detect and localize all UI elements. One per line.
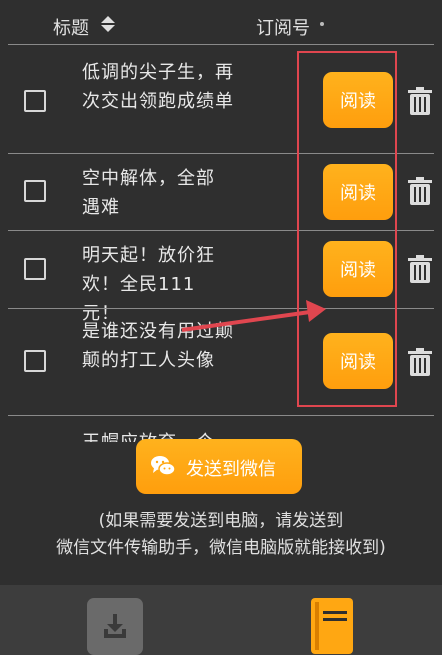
download-icon bbox=[104, 614, 126, 638]
article-title: 是谁还没有用过颠颠的打工人头像 bbox=[82, 321, 234, 371]
trash-icon[interactable] bbox=[407, 347, 433, 377]
column-subscription-label: 订阅号 bbox=[256, 18, 310, 39]
help-note-line2: 微信文件传输助手，微信电脑版就能接收到) bbox=[56, 538, 386, 558]
book-icon[interactable] bbox=[309, 597, 355, 655]
bottom-toolbar bbox=[0, 585, 442, 655]
send-to-wechat-button[interactable]: 发送到微信 bbox=[136, 439, 302, 494]
wechat-icon bbox=[151, 456, 175, 476]
column-title-label[interactable]: 标题 bbox=[53, 14, 89, 40]
article-title: 空中解体，全部遇难 bbox=[82, 168, 215, 218]
trash-icon[interactable] bbox=[407, 254, 433, 284]
divider bbox=[8, 415, 434, 416]
article-title: 低调的尖子生，再次交出领跑成绩单 bbox=[82, 62, 234, 112]
row-checkbox[interactable] bbox=[24, 180, 46, 202]
help-note-line1: (如果需要发送到电脑，请发送到 bbox=[98, 511, 344, 531]
trash-icon[interactable] bbox=[407, 176, 433, 206]
send-button-label: 发送到微信 bbox=[186, 459, 276, 480]
dot-icon bbox=[320, 22, 324, 26]
row-checkbox[interactable] bbox=[24, 258, 46, 280]
sort-icon[interactable] bbox=[100, 14, 116, 34]
download-button[interactable] bbox=[87, 598, 143, 655]
row-checkbox[interactable] bbox=[24, 90, 46, 112]
list-header: 标题 订阅号 bbox=[0, 0, 442, 44]
highlight-box bbox=[297, 51, 397, 407]
help-note: (如果需要发送到电脑，请发送到 微信文件传输助手，微信电脑版就能接收到) bbox=[0, 508, 442, 562]
trash-icon[interactable] bbox=[407, 86, 433, 116]
row-checkbox[interactable] bbox=[24, 350, 46, 372]
